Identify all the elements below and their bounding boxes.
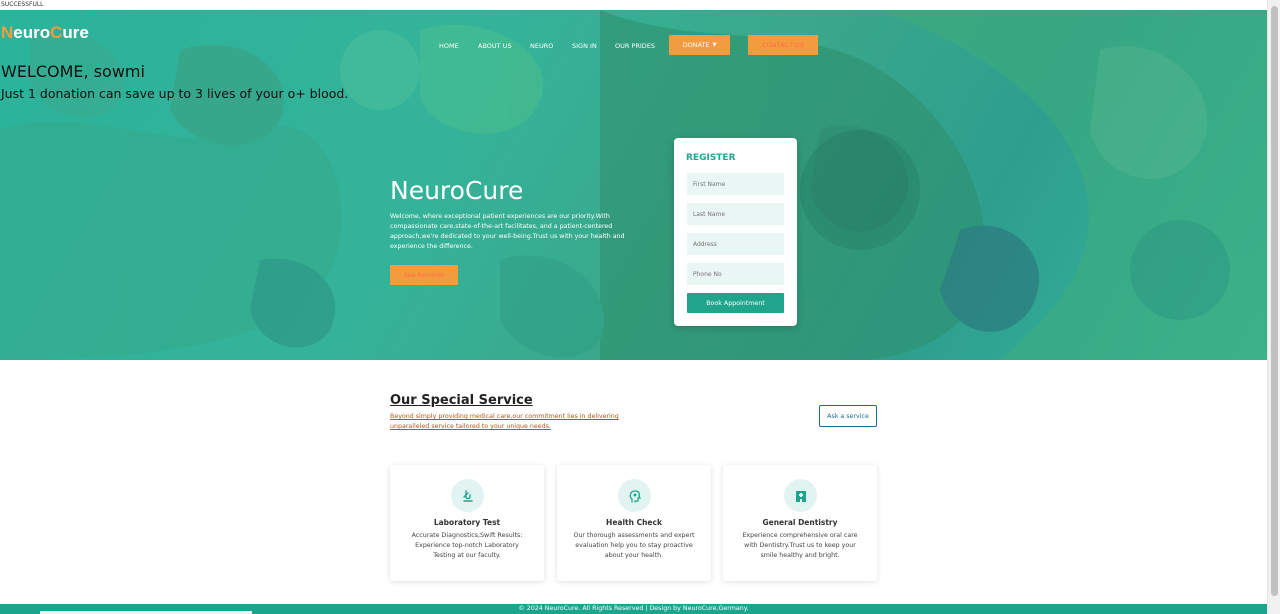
nav-signin[interactable]: SIGN IN [572,42,597,50]
register-form: REGISTER Book Appointment [674,138,797,326]
card-title: General Dentistry [762,518,838,527]
contact-button[interactable]: CONTACT US [748,35,818,55]
service-card-lab[interactable]: Laboratory Test Accurate Diagnostics,Swi… [390,465,544,581]
last-name-input[interactable] [687,203,784,225]
nav-home[interactable]: HOME [439,42,459,50]
card-description: Our thorough assessments and expert eval… [573,532,695,559]
dentistry-icon [784,479,817,512]
lab-test-icon [451,479,484,512]
service-card-health[interactable]: Health Check Our thorough assessments an… [557,465,711,581]
address-input[interactable] [687,233,784,255]
donate-dropdown-button[interactable]: DONATE ▼ [669,35,730,55]
status-text: SUCCESSFULL [0,0,1267,10]
brand-logo[interactable]: NeuroCure [1,23,89,43]
see-services-button[interactable]: See Services [390,265,458,285]
ask-service-button[interactable]: Ask a service [819,405,877,427]
card-description: Experience comprehensive oral care with … [742,532,858,559]
register-title: REGISTER [686,153,736,163]
scrollbar-thumb[interactable] [1271,6,1278,596]
hero-title: NeuroCure [390,176,524,205]
donate-label: DONATE [682,41,710,49]
tagline: Just 1 donation can save up to 3 lives o… [1,86,349,101]
services-subtitle: Beyond simply providing medical care,our… [390,413,619,430]
chevron-down-icon: ▼ [712,42,717,48]
welcome-heading: WELCOME, sowmi [1,62,145,81]
card-title: Health Check [606,518,662,527]
nav-neuro[interactable]: NEURO [530,42,553,50]
puzzle-head-background [0,10,1267,360]
service-card-dentistry[interactable]: General Dentistry Experience comprehensi… [723,465,877,581]
book-appointment-button[interactable]: Book Appointment [687,293,784,313]
services-title: Our Special Service [390,393,533,408]
hero-description: Welcome, where exceptional patient exper… [390,213,625,250]
hero-section: NeuroCure HOME ABOUT US NEURO SIGN IN OU… [0,10,1267,360]
nav-prides[interactable]: OUR PRIDES [615,42,655,50]
health-check-icon [618,479,651,512]
phone-input[interactable] [687,263,784,285]
vertical-scrollbar[interactable] [1267,0,1280,614]
first-name-input[interactable] [687,173,784,195]
card-title: Laboratory Test [433,518,501,527]
card-description: Accurate Diagnostics,Swift Results: Expe… [411,532,523,559]
footer: © 2024 NeuroCure. All Rights Reserved | … [0,604,1267,614]
nav-about[interactable]: ABOUT US [478,42,512,50]
footer-text: © 2024 NeuroCure. All Rights Reserved | … [518,605,749,612]
